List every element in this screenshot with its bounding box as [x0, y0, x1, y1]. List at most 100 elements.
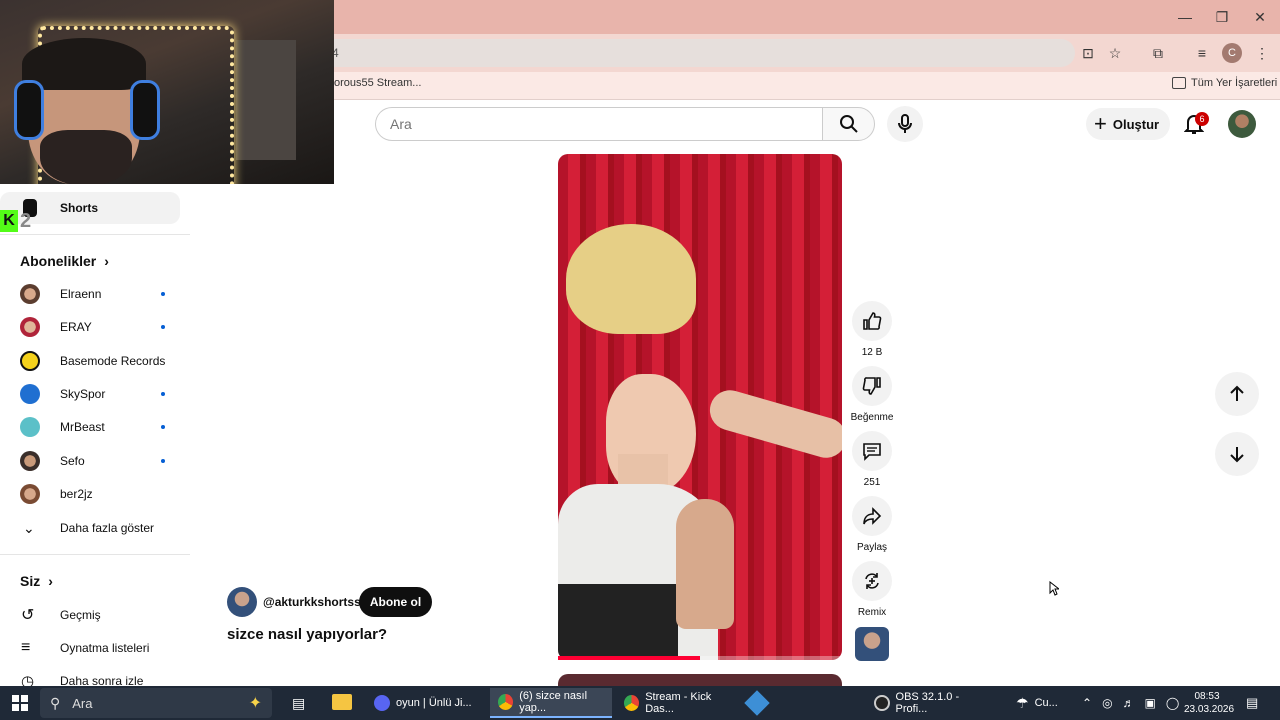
sidebar-item-ber2jz[interactable]: ber2jz — [0, 478, 180, 510]
system-tray[interactable]: ⌃ ◎ ♬ ▣ ◯ — [1082, 696, 1179, 710]
channel-thumbnail[interactable] — [855, 627, 889, 661]
comment-icon — [863, 443, 881, 461]
sidebar-item-skyspor[interactable]: SkySpor — [0, 378, 180, 410]
chrome-icon — [498, 694, 514, 710]
taskbar-app-chrome-youtube[interactable]: (6) sizce nasıl yap... — [490, 688, 612, 718]
close-icon[interactable]: ✕ — [1250, 8, 1270, 26]
sidebar-item-eray[interactable]: ERAY — [0, 311, 180, 343]
channel-avatar — [20, 351, 40, 371]
profile-avatar[interactable]: C — [1222, 43, 1242, 63]
share-icon — [863, 507, 882, 525]
clock[interactable]: 08:53 23.03.2026 — [1184, 690, 1234, 716]
taskbar-app-discord[interactable]: oyun | Ünlü Ji... — [366, 688, 484, 718]
sidebar-item-history[interactable]: ↺ Geçmiş — [0, 599, 180, 631]
restore-icon[interactable]: ❐ — [1212, 8, 1232, 26]
share-button[interactable] — [852, 496, 892, 536]
media-control-icon[interactable]: ≡ — [1192, 43, 1212, 63]
task-view-icon[interactable]: ▤ — [292, 695, 305, 712]
search-box[interactable] — [375, 107, 823, 141]
divider — [0, 554, 190, 555]
history-icon: ↺ — [21, 607, 35, 624]
sidebar-item-elraenn[interactable]: Elraenn — [0, 278, 180, 310]
pointing-hand — [676, 499, 734, 629]
playlist-icon: ≡ — [21, 639, 31, 656]
microphone-icon — [898, 114, 912, 133]
file-explorer-icon[interactable] — [332, 694, 352, 710]
search-icon — [839, 115, 858, 133]
bookmark-star-icon[interactable]: ☆ — [1105, 43, 1125, 63]
chevron-up-icon: ⌃ — [1082, 696, 1093, 710]
sidebar-item-basemode[interactable]: Basemode Records — [0, 345, 180, 377]
like-button[interactable] — [852, 301, 892, 341]
start-tile — [12, 704, 19, 711]
sidebar-item-playlists[interactable]: ≡ Oynatma listeleri — [0, 632, 180, 664]
remix-label: Remix — [857, 607, 887, 618]
taskbar-app-chrome-kick[interactable]: Stream - Kick Das... — [616, 688, 738, 718]
you-heading[interactable]: Siz › — [20, 573, 53, 589]
chevron-right-icon: › — [48, 573, 53, 589]
kick-logo-icon: K — [0, 210, 18, 232]
channel-avatar — [20, 451, 40, 471]
channel-handle[interactable]: @akturkkshortss — [263, 595, 361, 609]
chevron-down-icon: ⌄ — [23, 519, 35, 536]
extensions-icon[interactable]: ⧉ — [1148, 43, 1168, 63]
notification-badge: 6 — [1195, 112, 1209, 126]
next-short-button[interactable] — [1215, 432, 1259, 476]
short-title: sizce nasıl yapıyorlar? — [227, 626, 388, 643]
account-avatar[interactable] — [1228, 110, 1256, 138]
divider — [0, 234, 190, 235]
minimize-icon[interactable]: — — [1175, 8, 1195, 26]
new-content-dot — [161, 292, 165, 296]
install-app-icon[interactable]: ⊡ — [1078, 43, 1098, 63]
create-label: Oluştur — [1112, 116, 1160, 132]
taskbar-app-obs[interactable]: OBS 32.1.0 - Profi... — [866, 688, 990, 718]
dislike-button[interactable] — [852, 366, 892, 406]
search-input[interactable] — [376, 108, 823, 140]
new-content-dot — [161, 392, 165, 396]
create-button[interactable]: + Oluştur — [1086, 108, 1170, 140]
start-tile — [21, 695, 28, 702]
channel-avatar — [20, 384, 40, 404]
plus-icon: + — [1094, 111, 1107, 136]
speaker-icon: ♬ — [1122, 696, 1135, 710]
thumbs-up-icon — [863, 312, 882, 330]
channel-avatar — [20, 417, 40, 437]
remix-button[interactable] — [852, 561, 892, 601]
sidebar-item-mrbeast[interactable]: MrBeast — [0, 411, 180, 443]
taskbar-search[interactable]: ⚲ Ara ✦ — [40, 688, 272, 718]
notification-center-icon[interactable]: ▤ — [1246, 695, 1258, 711]
channel-avatar[interactable] — [227, 587, 257, 617]
address-bar[interactable] — [300, 39, 1075, 67]
comments-button[interactable] — [852, 431, 892, 471]
channel-avatar — [20, 284, 40, 304]
start-tile — [12, 695, 19, 702]
remix-icon — [865, 573, 879, 589]
taskbar-weather[interactable]: ☂ Cu... — [1008, 688, 1070, 718]
new-content-dot — [161, 425, 165, 429]
bookmark-item[interactable]: orous55 Stream... — [334, 77, 421, 89]
show-more-button[interactable]: ⌄ Daha fazla göster — [0, 512, 180, 544]
subscribe-button[interactable]: Abone ol — [359, 587, 432, 617]
channel-avatar — [20, 484, 40, 504]
sidebar: Shorts Abonelikler › Elraenn ERAY Basemo… — [0, 184, 192, 690]
display-icon: ▣ — [1144, 696, 1156, 710]
short-video-player[interactable] — [558, 154, 842, 660]
arrow-up-icon — [1230, 385, 1244, 401]
background-shelf — [236, 40, 296, 160]
streamer-beard — [40, 130, 132, 184]
voice-search-button[interactable] — [887, 106, 923, 142]
menu-icon[interactable]: ⋮ — [1252, 43, 1272, 63]
start-tile — [21, 704, 28, 711]
mouse-cursor-icon — [1049, 581, 1059, 596]
folder-icon — [1172, 77, 1186, 89]
search-icon: ⚲ — [50, 694, 61, 711]
subscriptions-heading[interactable]: Abonelikler › — [20, 253, 109, 269]
chevron-right-icon: › — [104, 253, 109, 269]
search-button[interactable] — [822, 107, 875, 141]
all-bookmarks-link[interactable]: Tüm Yer İşaretleri — [1191, 77, 1277, 89]
windows-start-icon[interactable] — [12, 695, 28, 711]
new-content-dot — [161, 325, 165, 329]
sidebar-item-sefo[interactable]: Sefo — [0, 445, 180, 477]
microphone-icon: ◎ — [1102, 696, 1113, 710]
previous-short-button[interactable] — [1215, 372, 1259, 416]
